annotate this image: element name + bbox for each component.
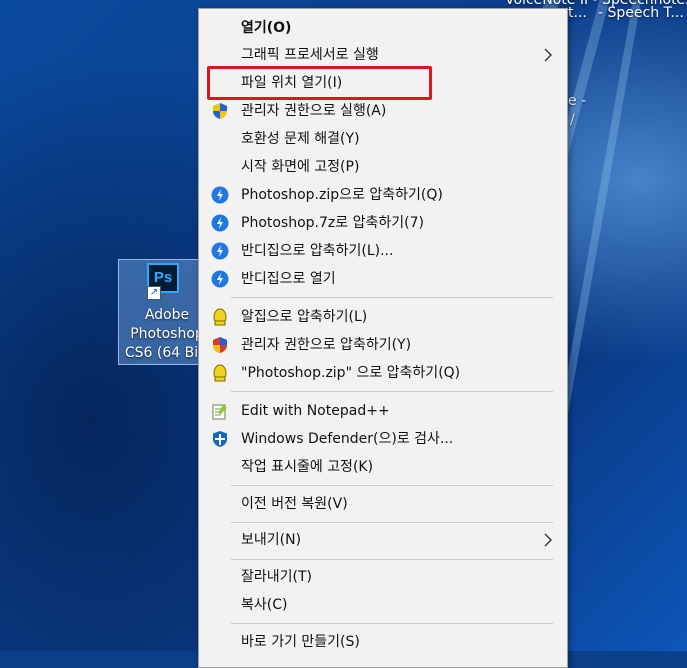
uac-shield-icon <box>213 103 227 119</box>
menu-item-edit-with-notepadpp[interactable]: Edit with Notepad++ <box>199 397 567 425</box>
menu-separator <box>231 623 553 624</box>
menu-separator <box>231 391 553 392</box>
bandizip-icon <box>211 214 229 232</box>
menu-item-create-shortcut[interactable]: 바로 가기 만들기(S) <box>199 628 567 656</box>
notepadpp-icon <box>212 404 227 420</box>
menu-item-open-with-bandizip[interactable]: 반디집으로 열기 <box>199 265 567 293</box>
menu-item-compress-7z[interactable]: Photoshop.7z로 압축하기(7) <box>199 209 567 237</box>
menu-item-send-to[interactable]: 보내기(N) <box>199 526 567 554</box>
menu-separator <box>231 297 553 298</box>
desktop-label-fragment: e - <box>568 93 587 109</box>
menu-separator <box>231 522 553 523</box>
menu-item-label: "Photoshop.zip" 으로 압축하기(Q) <box>241 365 461 381</box>
bandizip-icon <box>211 270 229 288</box>
menu-separator <box>231 559 553 560</box>
chevron-right-icon <box>544 533 552 547</box>
alzip-icon <box>213 364 227 382</box>
highlight-annotation-box <box>207 66 432 100</box>
menu-item-label: 반디집으로 압축하기(L)... <box>241 243 394 259</box>
menu-item-restore-previous-versions[interactable]: 이전 버전 복원(V) <box>199 490 567 518</box>
menu-item-label: 관리자 권한으로 실행(A) <box>241 103 387 119</box>
menu-item-compress-zip[interactable]: Photoshop.zip으로 압축하기(Q) <box>199 181 567 209</box>
menu-item-compress-bandizip[interactable]: 반디집으로 압축하기(L)... <box>199 237 567 265</box>
menu-item-run-with-gpu[interactable]: 그래픽 프로세서로 실행 <box>199 41 567 69</box>
menu-item-label: 그래픽 프로세서로 실행 <box>241 47 379 63</box>
menu-item-label: 호환성 문제 해결(Y) <box>241 131 360 147</box>
menu-item-compress-alzip-admin[interactable]: 관리자 권한으로 압축하기(Y) <box>199 331 567 359</box>
menu-item-pin-to-taskbar[interactable]: 작업 표시줄에 고정(K) <box>199 453 567 481</box>
menu-item-label: Photoshop.zip으로 압축하기(Q) <box>241 187 443 203</box>
menu-item-label: 반디집으로 열기 <box>241 271 336 287</box>
menu-item-label: 작업 표시줄에 고정(K) <box>241 459 374 475</box>
menu-item-cut[interactable]: 잘라내기(T) <box>199 563 567 591</box>
menu-item-label: 바로 가기 만들기(S) <box>241 634 360 650</box>
menu-item-label: Edit with Notepad++ <box>241 403 390 419</box>
menu-item-open[interactable]: 열기(O) <box>199 14 567 42</box>
bandizip-icon <box>211 186 229 204</box>
alzip-icon <box>213 308 227 326</box>
desktop-shortcut-label-fragment: - Speech T... <box>598 5 684 21</box>
menu-separator <box>231 485 553 486</box>
desktop-shortcut-label-fragment: t... <box>568 5 587 21</box>
menu-item-label: 복사(C) <box>241 597 288 613</box>
menu-item-windows-defender-scan[interactable]: Windows Defender(으)로 검사... <box>199 425 567 453</box>
context-menu: 열기(O) 그래픽 프로세서로 실행 파일 위치 열기(I) 관리자 권한으로 … <box>198 8 568 668</box>
menu-item-label: 이전 버전 복원(V) <box>241 496 348 512</box>
defender-icon <box>213 431 227 447</box>
menu-item-label: 열기(O) <box>241 20 292 36</box>
menu-item-label: Photoshop.7z로 압축하기(7) <box>241 215 424 231</box>
menu-item-pin-to-start[interactable]: 시작 화면에 고정(P) <box>199 153 567 181</box>
menu-item-copy[interactable]: 복사(C) <box>199 591 567 619</box>
desktop-label-fragment: / <box>570 112 575 128</box>
desktop-icon-label: Adobe Photoshop CS6 (64 Bit) <box>124 307 204 361</box>
menu-item-troubleshoot-compatibility[interactable]: 호환성 문제 해결(Y) <box>199 125 567 153</box>
menu-item-label: 시작 화면에 고정(P) <box>241 159 360 175</box>
photoshop-desktop-icon[interactable]: Ps ↗ Adobe Photoshop CS6 (64 Bit) <box>118 259 204 365</box>
menu-item-label: 보내기(N) <box>241 532 302 548</box>
bandizip-icon <box>211 242 229 260</box>
menu-item-label: 관리자 권한으로 압축하기(Y) <box>241 337 412 353</box>
menu-item-label: 잘라내기(T) <box>241 569 312 585</box>
menu-item-label: 알집으로 압축하기(L) <box>241 309 368 325</box>
chevron-right-icon <box>544 48 552 62</box>
menu-item-run-as-admin[interactable]: 관리자 권한으로 실행(A) <box>199 97 567 125</box>
menu-item-label: Windows Defender(으)로 검사... <box>241 431 454 447</box>
menu-item-compress-alzip[interactable]: 알집으로 압축하기(L) <box>199 303 567 331</box>
shortcut-arrow-icon: ↗ <box>147 286 161 300</box>
alzip-admin-icon <box>213 337 227 353</box>
menu-item-compress-alzip-named[interactable]: "Photoshop.zip" 으로 압축하기(Q) <box>199 359 567 387</box>
